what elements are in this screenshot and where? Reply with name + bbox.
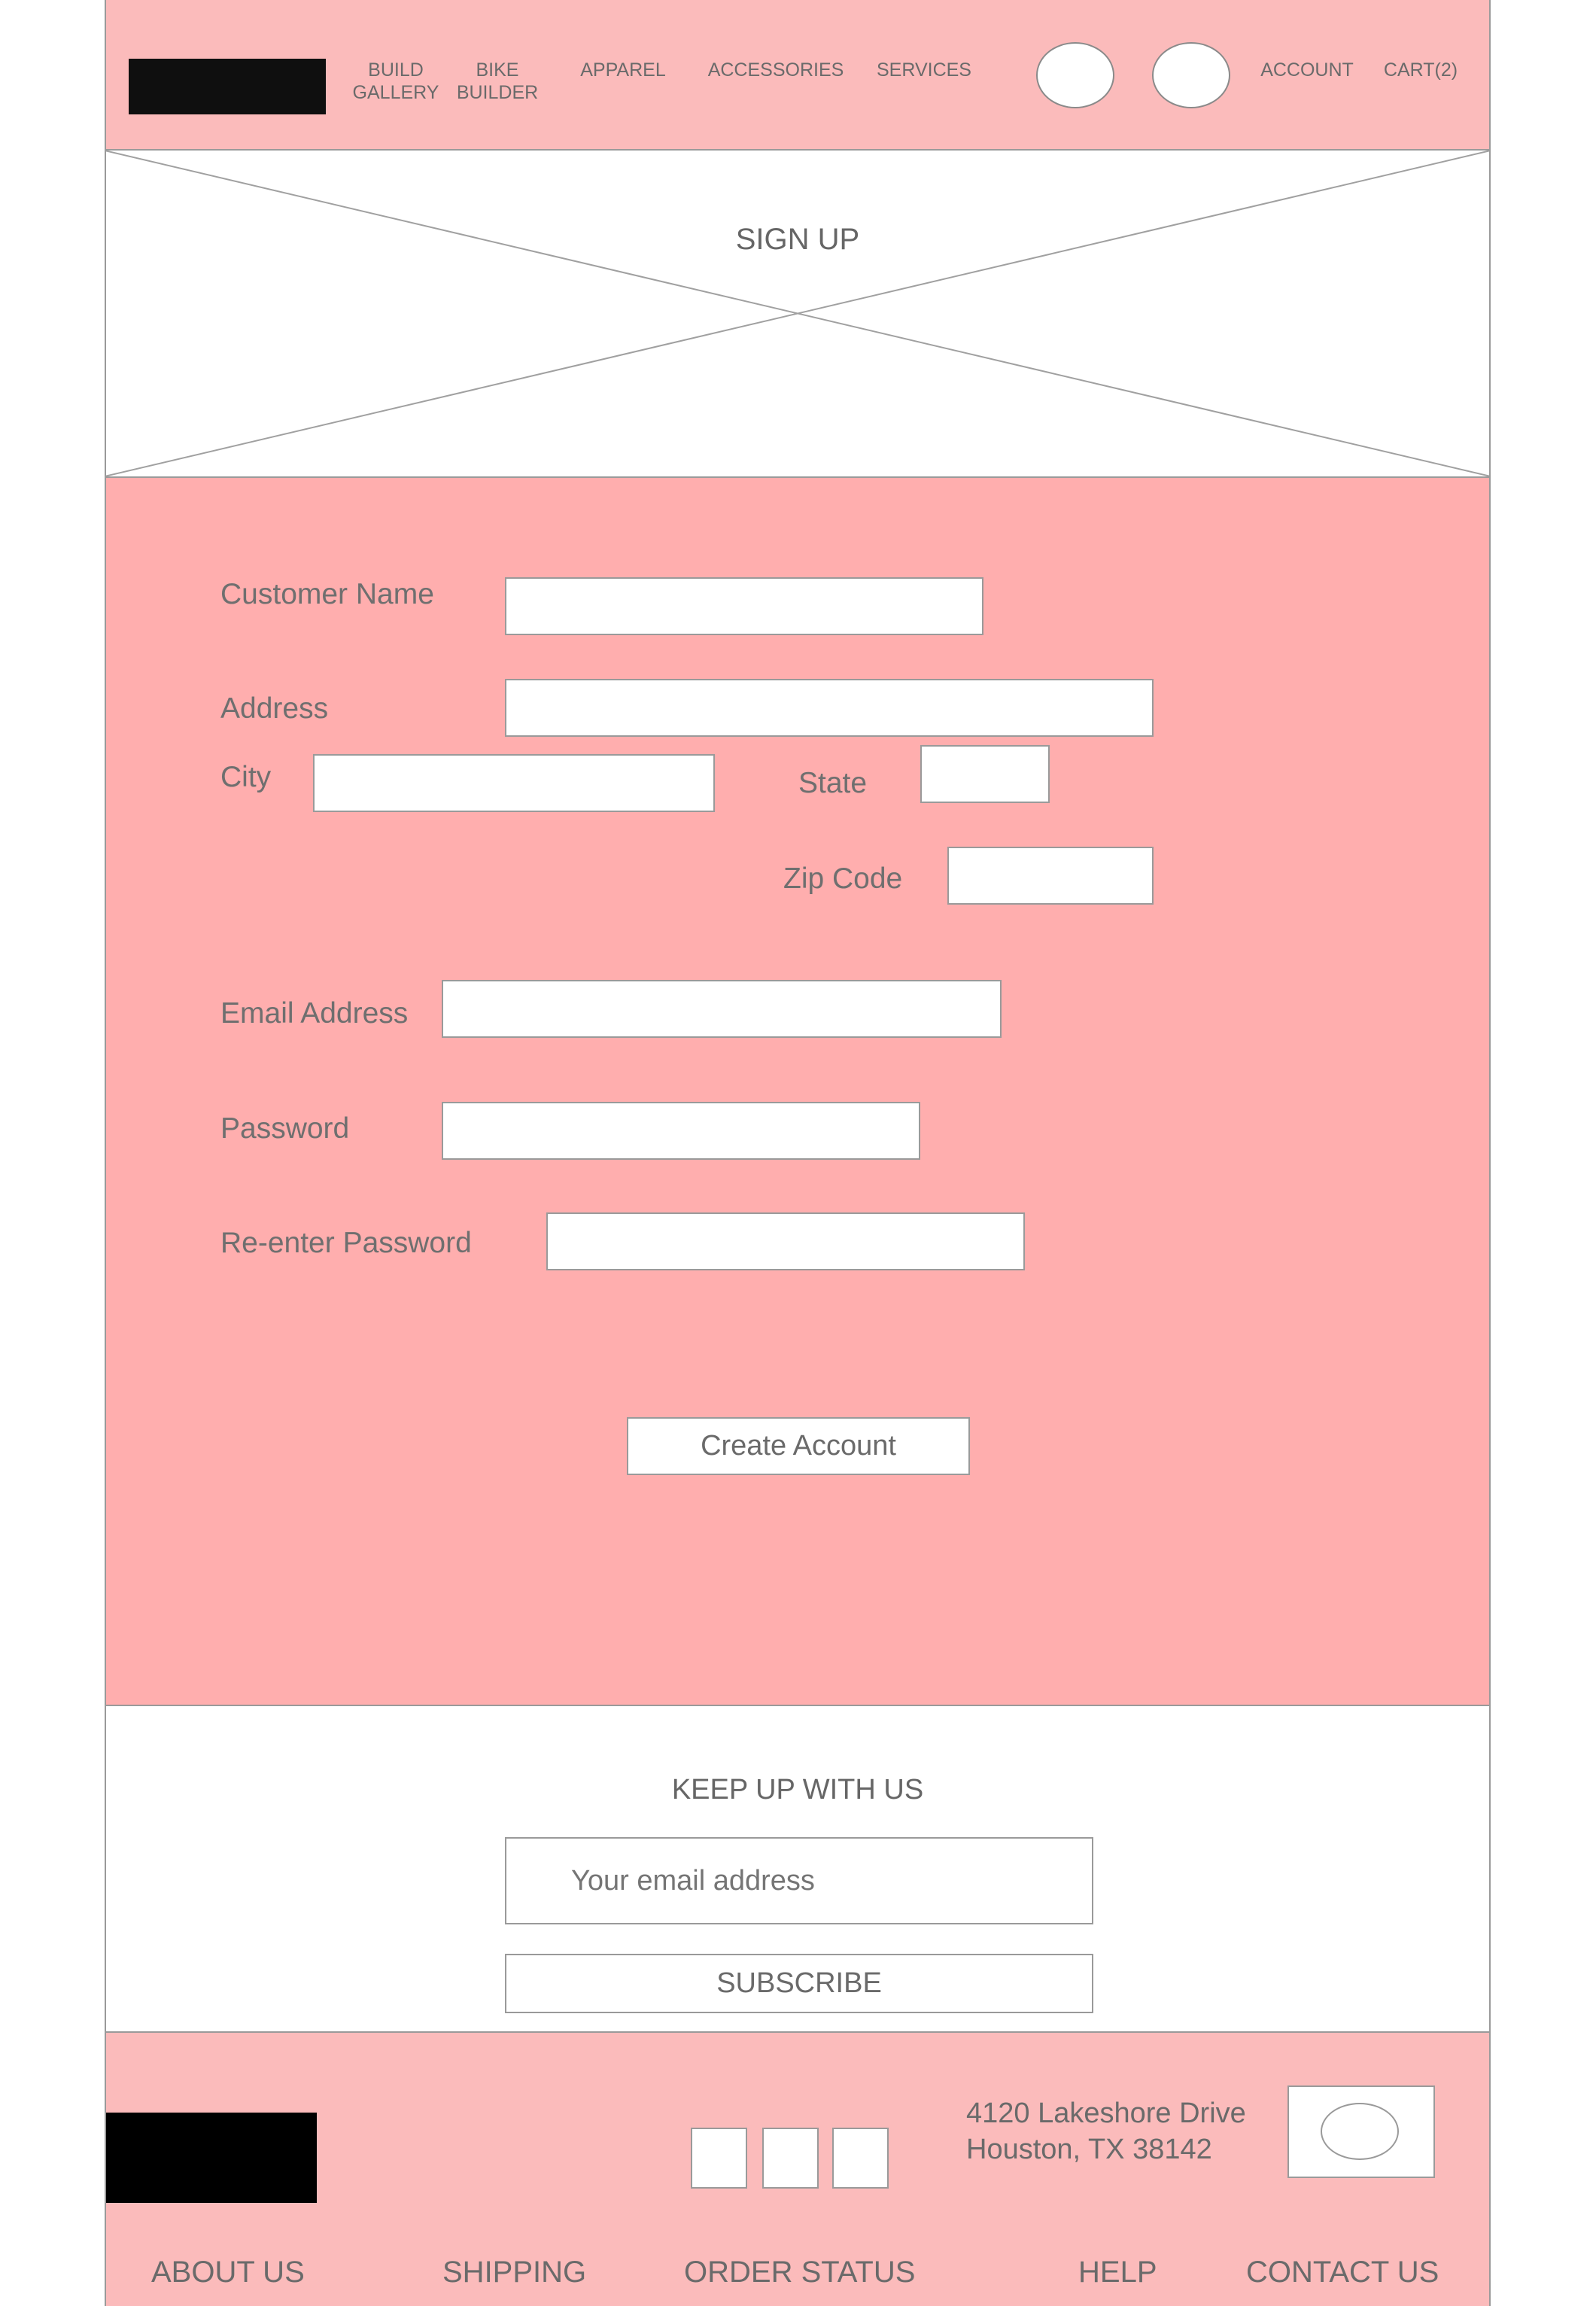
map-thumbnail[interactable] [1287,2085,1435,2178]
signup-form: Customer Name Address City State Zip Cod… [105,478,1491,1706]
nav-build-gallery[interactable]: BUILD GALLERY [347,59,445,104]
password-label: Password [220,1112,350,1145]
footer-link-about-us[interactable]: ABOUT US [151,2256,305,2289]
address-line-1: 4120 Lakeshore Drive [966,2098,1246,2129]
zip-code-label: Zip Code [783,862,903,895]
customer-name-label: Customer Name [220,578,434,610]
nav-services[interactable]: SERVICES [868,59,980,81]
nav-bike-builder[interactable]: BIKE BUILDER [452,59,543,104]
footer-link-shipping[interactable]: SHIPPING [442,2256,586,2289]
email-input[interactable] [442,980,1002,1038]
brand-logo[interactable] [129,59,326,114]
footer-link-order-status[interactable]: ORDER STATUS [684,2256,915,2289]
reenter-password-input[interactable] [546,1212,1025,1270]
newsletter-title: KEEP UP WITH US [671,1774,924,1806]
address-input[interactable] [505,679,1154,737]
state-label: State [798,767,868,799]
email-label: Email Address [220,997,409,1030]
facebook-icon[interactable] [691,2128,747,2189]
page-title: SIGN UP [735,223,860,256]
subscribe-button[interactable]: SUBSCRIBE [505,1954,1093,2013]
map-pin-icon [1321,2103,1399,2160]
nav-account[interactable]: ACCOUNT [1254,59,1360,81]
search-icon[interactable] [1036,42,1114,108]
password-input[interactable] [442,1102,920,1160]
nav-accessories[interactable]: ACCESSORIES [686,59,866,81]
address-label: Address [220,692,329,725]
image-placeholder-icon [105,151,1491,476]
city-input[interactable] [313,754,715,812]
site-header: BUILD GALLERY BIKE BUILDER APPAREL ACCES… [105,0,1491,151]
footer-logo[interactable] [105,2113,317,2203]
city-label: City [220,761,272,793]
twitter-icon[interactable] [832,2128,889,2189]
footer-link-contact-us[interactable]: CONTACT US [1246,2256,1439,2289]
footer-link-help[interactable]: HELP [1078,2256,1157,2289]
wishlist-icon[interactable] [1152,42,1230,108]
state-input[interactable] [920,745,1050,803]
address-line-2: Houston, TX 38142 [966,2134,1212,2165]
zip-code-input[interactable] [947,847,1154,905]
newsletter-section: KEEP UP WITH US SUBSCRIBE [105,1706,1491,2033]
instagram-icon[interactable] [762,2128,819,2189]
site-footer: 4120 Lakeshore Drive Houston, TX 38142 A… [105,2033,1491,2306]
create-account-button[interactable]: Create Account [627,1417,970,1475]
hero-banner: SIGN UP [105,151,1491,478]
footer-address: 4120 Lakeshore Drive Houston, TX 38142 [966,2095,1246,2168]
newsletter-email-input[interactable] [505,1837,1093,1924]
reenter-password-label: Re-enter Password [220,1227,472,1259]
nav-cart[interactable]: CART(2) [1379,59,1462,81]
customer-name-input[interactable] [505,577,983,635]
nav-apparel[interactable]: APPAREL [576,59,670,81]
